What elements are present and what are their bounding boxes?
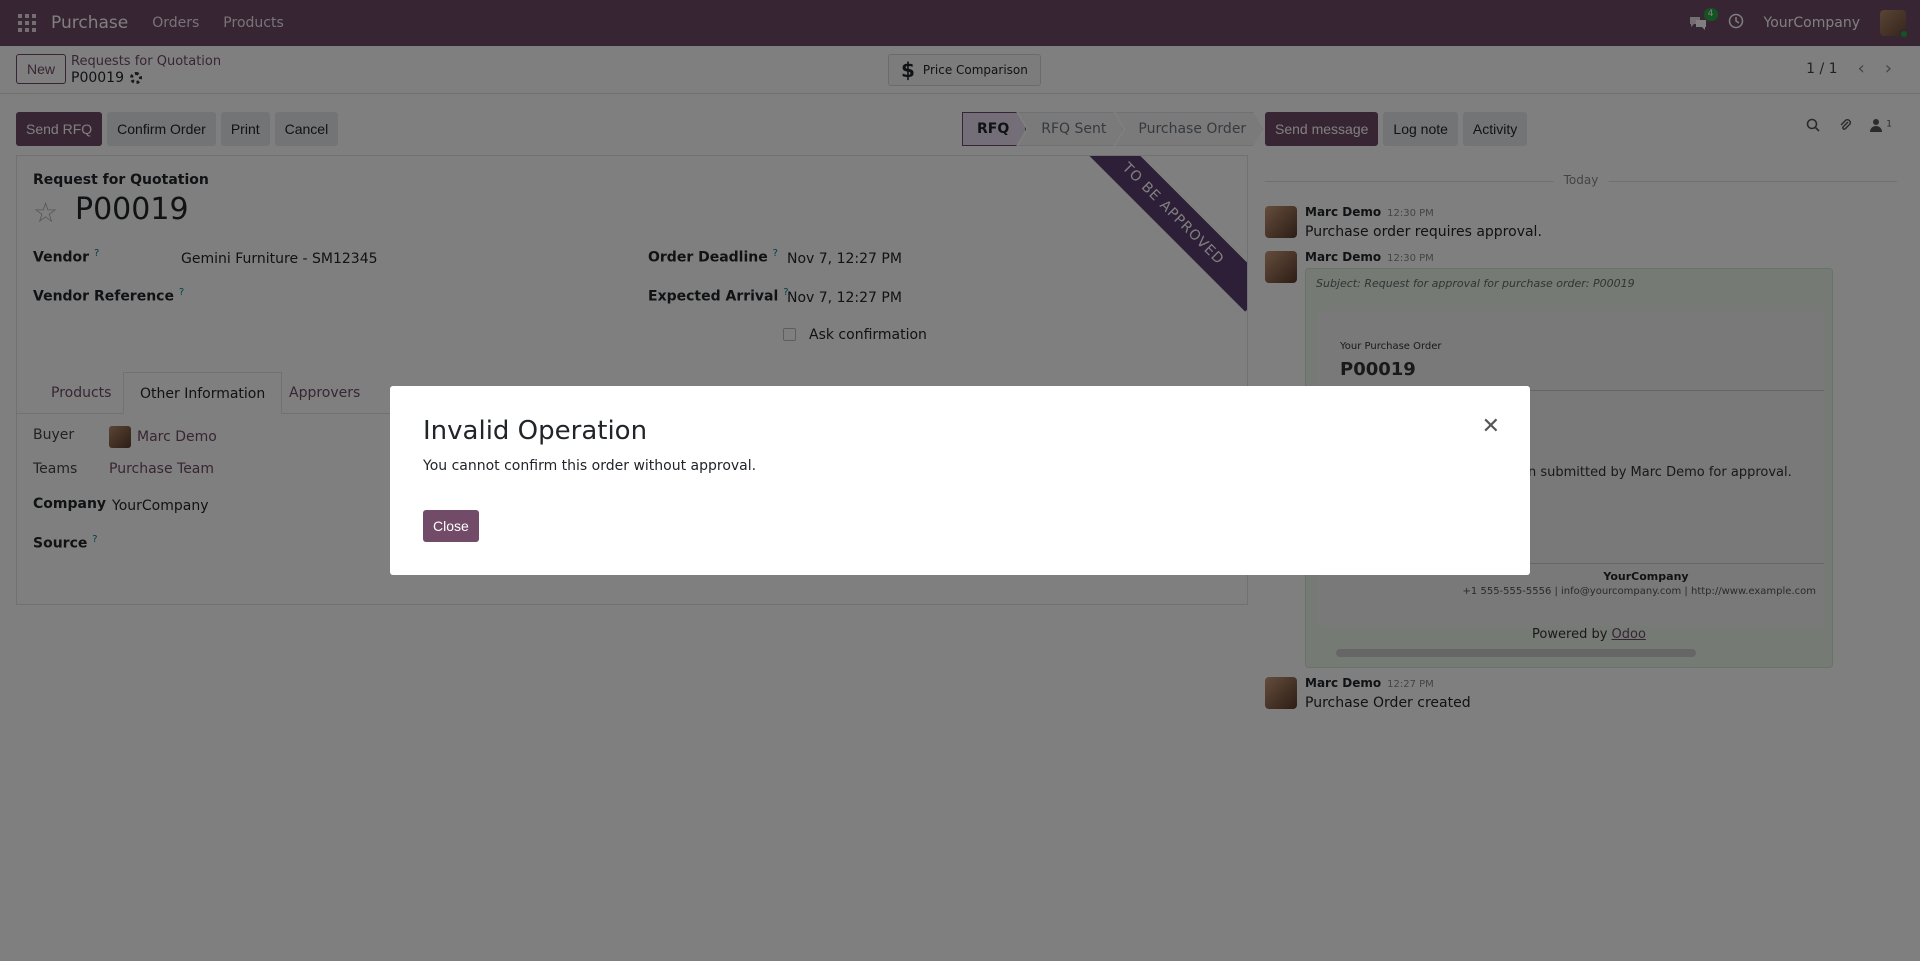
- close-icon[interactable]: ✕: [1482, 416, 1500, 438]
- invalid-operation-dialog: Invalid Operation ✕ You cannot confirm t…: [390, 386, 1530, 575]
- dialog-message: You cannot confirm this order without ap…: [423, 458, 757, 474]
- close-button[interactable]: Close: [423, 510, 479, 542]
- dialog-title: Invalid Operation: [423, 416, 648, 446]
